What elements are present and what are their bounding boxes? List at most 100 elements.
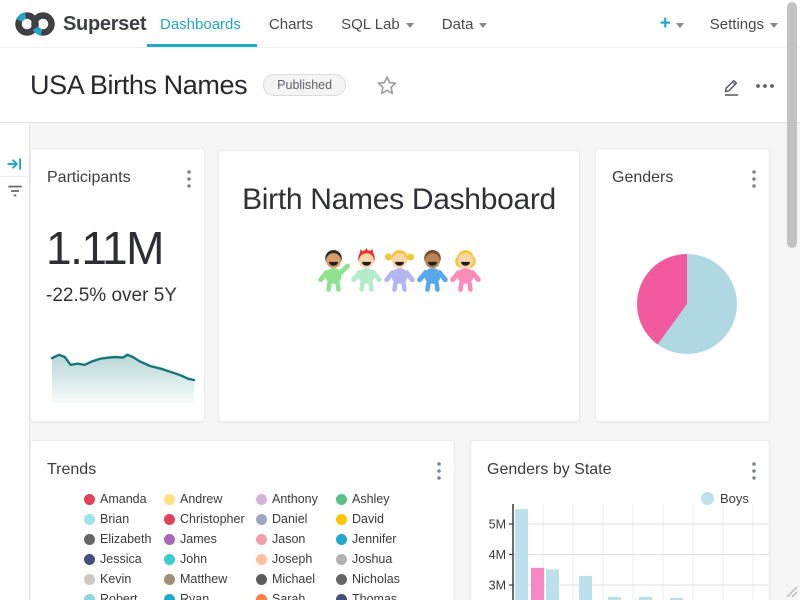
participants-card: Participants 1.11M -22.5% over 5Y — [30, 148, 205, 422]
nav-item-sql-lab[interactable]: SQL Lab — [341, 16, 414, 33]
bar-boys[interactable] — [546, 569, 559, 600]
nav-right: + Settings — [660, 0, 778, 48]
kebab-icon — [751, 169, 757, 189]
legend-item[interactable]: Brian — [84, 512, 164, 526]
legend-dot — [84, 554, 95, 565]
genders-by-state-card: Genders by State Boys 5M4M3M — [470, 440, 770, 600]
legend-dot — [164, 554, 175, 565]
legend-label: Anthony — [272, 492, 318, 506]
chart-kebab-menu[interactable] — [186, 169, 192, 189]
legend-label: Jason — [272, 532, 305, 546]
published-badge[interactable]: Published — [263, 74, 346, 96]
filter-bar — [0, 123, 30, 600]
kid-illustration — [416, 245, 449, 297]
favorite-star-button[interactable] — [376, 75, 398, 96]
dashboard-canvas: Participants 1.11M -22.5% over 5Y Birth … — [0, 123, 800, 600]
legend-item[interactable]: Ashley — [336, 492, 432, 506]
legend-dot — [336, 534, 347, 545]
legend-item[interactable]: Jennifer — [336, 532, 432, 546]
legend-item[interactable]: Matthew — [164, 572, 256, 586]
big-number-value: 1.11M — [46, 225, 163, 271]
legend-item[interactable]: Joshua — [336, 552, 432, 566]
bar-girls[interactable] — [531, 568, 544, 600]
participants-sparkline-chart[interactable] — [44, 339, 196, 405]
legend-dot — [84, 494, 95, 505]
legend-item[interactable]: Jason — [256, 532, 336, 546]
page-scrollbar[interactable] — [787, 2, 797, 248]
filters-button[interactable] — [7, 183, 23, 199]
legend-item[interactable]: Michael — [256, 572, 336, 586]
chart-kebab-menu[interactable] — [751, 461, 757, 481]
legend-label: Jennifer — [352, 532, 396, 546]
legend-dot — [336, 594, 347, 600]
legend-dot — [164, 594, 175, 600]
active-tab-indicator — [147, 44, 257, 47]
chart-title: Genders by State — [487, 461, 612, 479]
legend-label: Robert — [100, 592, 138, 600]
ellipsis-icon — [755, 83, 775, 89]
legend-dot — [256, 514, 267, 525]
legend-dot — [84, 534, 95, 545]
legend-item[interactable]: Joseph — [256, 552, 336, 566]
legend-label: John — [180, 552, 207, 566]
big-number-subheader: -22.5% over 5Y — [46, 285, 177, 307]
settings-menu[interactable]: Settings — [710, 16, 778, 33]
nav-item-charts[interactable]: Charts — [269, 16, 313, 33]
legend-label: Christopher — [180, 512, 245, 526]
legend-item[interactable]: John — [164, 552, 256, 566]
legend-item[interactable]: Sarah — [256, 592, 336, 600]
app-logo[interactable]: Superset — [14, 9, 146, 39]
legend-dot — [256, 574, 267, 585]
bar-boys[interactable] — [579, 576, 592, 600]
nav-item-data[interactable]: Data — [442, 16, 488, 33]
top-nav: Superset Dashboards Charts SQL Lab Data … — [0, 0, 800, 48]
legend-dot — [164, 574, 175, 585]
genders-by-state-bar-chart[interactable]: 5M4M3M — [471, 496, 770, 600]
legend-item[interactable]: Nicholas — [336, 572, 432, 586]
legend-label: David — [352, 512, 384, 526]
legend-item[interactable]: Christopher — [164, 512, 256, 526]
kid-illustration — [383, 245, 416, 297]
dashboard-title: USA Births Names — [30, 70, 247, 101]
legend-item[interactable]: David — [336, 512, 432, 526]
legend-item[interactable]: Thomas — [336, 592, 432, 600]
nav-item-dashboards[interactable]: Dashboards — [160, 16, 241, 33]
legend-item[interactable]: Amanda — [84, 492, 164, 506]
new-item-button[interactable]: + — [660, 13, 684, 35]
svg-text:5M: 5M — [489, 518, 506, 532]
legend-item[interactable]: Andrew — [164, 492, 256, 506]
legend-item[interactable]: Elizabeth — [84, 532, 164, 546]
legend-label: Thomas — [352, 592, 397, 600]
legend-dot — [256, 594, 267, 600]
kid-illustration — [449, 245, 482, 297]
more-actions-button[interactable] — [755, 83, 775, 89]
trends-legend: AmandaAndrew Anthony Ashley Brian Christophe… — [84, 489, 432, 600]
star-icon — [376, 75, 398, 96]
legend-item[interactable]: Robert — [84, 592, 164, 600]
legend-label: Joseph — [272, 552, 312, 566]
legend-item[interactable]: Anthony — [256, 492, 336, 506]
legend-label: Ashley — [352, 492, 390, 506]
legend-item[interactable]: Jessica — [84, 552, 164, 566]
legend-item[interactable]: Ryan — [164, 592, 256, 600]
expand-filters-button[interactable] — [7, 156, 23, 172]
bar-boys[interactable] — [515, 509, 528, 600]
legend-item[interactable]: Daniel — [256, 512, 336, 526]
legend-dot — [336, 494, 347, 505]
legend-label: Michael — [272, 572, 315, 586]
chart-kebab-menu[interactable] — [751, 169, 757, 189]
kebab-icon — [751, 461, 757, 481]
edit-dashboard-button[interactable] — [721, 75, 742, 97]
genders-card: Genders — [595, 148, 770, 422]
legend-item[interactable]: Kevin — [84, 572, 164, 586]
genders-pie-chart[interactable] — [637, 254, 737, 354]
markdown-heading: Birth Names Dashboard — [219, 183, 579, 217]
chevron-down-icon — [406, 23, 414, 28]
chart-kebab-menu[interactable] — [436, 461, 442, 481]
kids-illustration-row — [219, 245, 579, 297]
legend-item[interactable]: James — [164, 532, 256, 546]
legend-label: Joshua — [352, 552, 392, 566]
legend-label: Daniel — [272, 512, 307, 526]
card-resize-handle[interactable] — [785, 585, 798, 598]
legend-dot — [256, 494, 267, 505]
